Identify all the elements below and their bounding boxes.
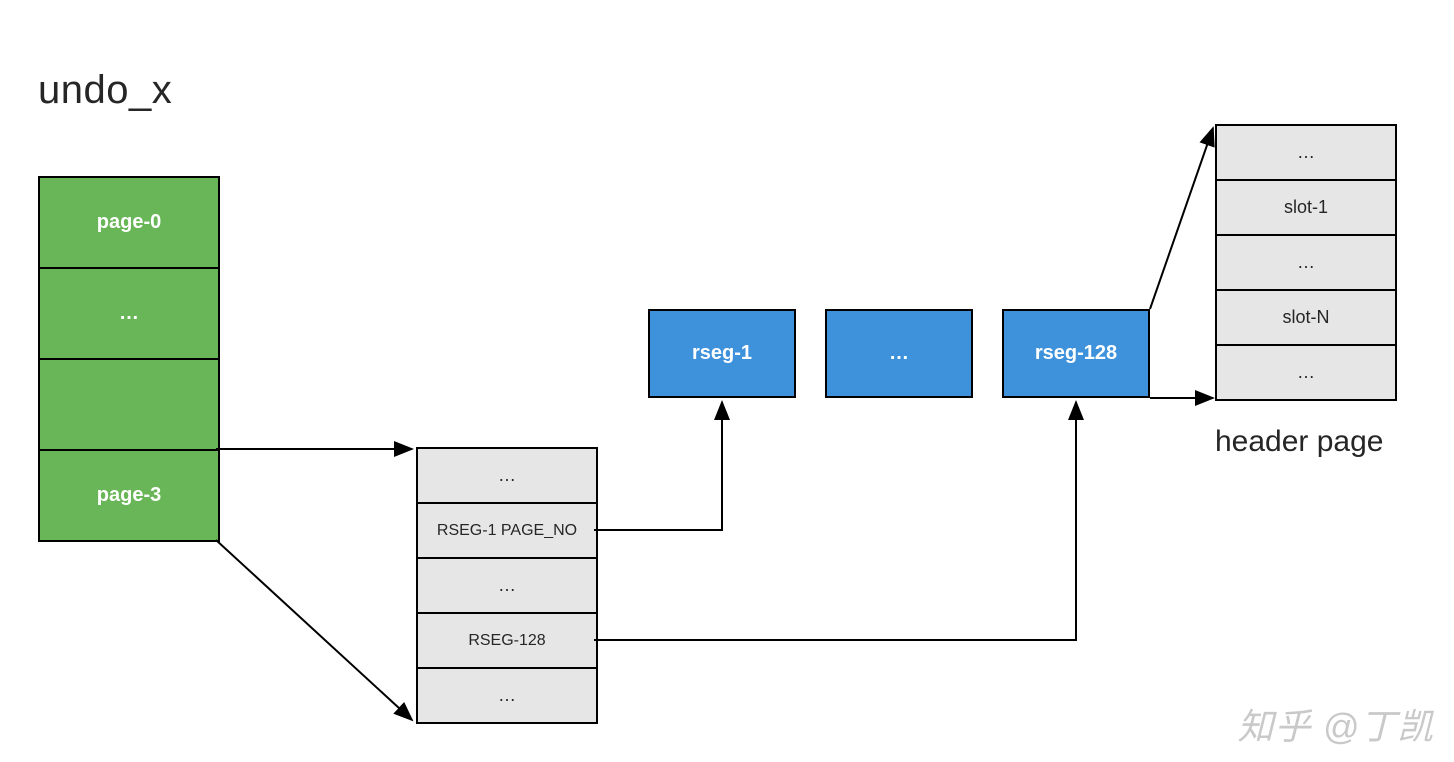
diagram-title: undo_x [38,68,172,113]
rseg-dir-cell: … [418,449,596,504]
arrow-page3-to-dir-bottom [216,540,412,720]
header-page-cell: slot-1 [1217,181,1395,236]
arrow-rseg128-to-box [594,402,1076,640]
header-page-cell: … [1217,236,1395,291]
arrow-rseg128-to-header-top [1150,128,1213,309]
rseg-dir-cell: RSEG-128 [418,614,596,669]
arrow-rseg1-to-box [594,402,722,530]
header-page-cell: … [1217,346,1395,401]
undo-page-cell: … [40,269,218,360]
watermark: 知乎 @丁凯 [1237,698,1434,750]
rseg-box-ellipsis: … [825,309,973,398]
rseg-dir-cell: … [418,559,596,614]
header-page-caption: header page [1215,425,1384,459]
rseg-dir-cell: RSEG-1 PAGE_NO [418,504,596,559]
undo-page-cell: page-3 [40,451,218,542]
rseg-dir-cell: … [418,669,596,724]
undo-page-cell: page-0 [40,178,218,269]
undo-page-stack: page-0 … page-3 [38,176,220,542]
rseg-box-1: rseg-1 [648,309,796,398]
undo-page-cell [40,360,218,451]
header-page-cell: … [1217,126,1395,181]
rseg-directory-stack: … RSEG-1 PAGE_NO … RSEG-128 … [416,447,598,724]
rseg-box-128: rseg-128 [1002,309,1150,398]
header-page-stack: … slot-1 … slot-N … [1215,124,1397,401]
header-page-cell: slot-N [1217,291,1395,346]
